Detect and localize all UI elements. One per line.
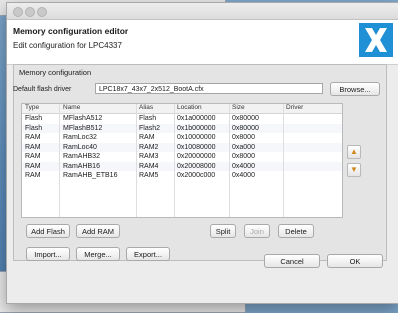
column-header-driver[interactable]: Driver bbox=[286, 104, 303, 111]
minimize-window-button[interactable] bbox=[25, 7, 35, 17]
column-divider bbox=[229, 104, 230, 217]
cell-type: Flash bbox=[25, 124, 43, 132]
cell-name: RamAHB16 bbox=[63, 162, 100, 170]
export-button[interactable]: Export... bbox=[126, 247, 170, 261]
cell-type: RAM bbox=[25, 153, 41, 160]
dialog-subtitle: Edit configuration for LPC4337 bbox=[13, 41, 122, 50]
cell-name: MFlashB512 bbox=[63, 124, 103, 132]
zoom-window-button[interactable] bbox=[37, 7, 47, 17]
browse-button[interactable]: Browse... bbox=[330, 82, 380, 96]
memory-config-dialog: Memory configuration editor Edit configu… bbox=[6, 2, 398, 304]
move-up-icon[interactable]: ▲ bbox=[347, 145, 361, 159]
import-button[interactable]: Import... bbox=[26, 247, 70, 261]
flash-driver-field[interactable]: LPC18x7_43x7_2x512_BootA.cfx bbox=[95, 83, 323, 94]
column-header-location[interactable]: Location bbox=[177, 104, 202, 111]
cell-alias: RAM5 bbox=[139, 172, 159, 179]
split-button[interactable]: Split bbox=[210, 224, 236, 238]
column-divider bbox=[174, 104, 175, 217]
cell-alias: RAM4 bbox=[139, 162, 159, 170]
cell-type: Flash bbox=[25, 115, 43, 122]
add-ram-button[interactable]: Add RAM bbox=[76, 224, 120, 238]
cell-size: 0x8000 bbox=[232, 134, 255, 141]
cell-size: 0xa000 bbox=[232, 143, 255, 151]
cell-alias: Flash2 bbox=[139, 124, 161, 132]
column-header-name[interactable]: Name bbox=[63, 104, 80, 111]
cell-name: RamAHB_ETB16 bbox=[63, 172, 118, 179]
cancel-button[interactable]: Cancel bbox=[264, 254, 320, 268]
dialog-title: Memory configuration editor bbox=[13, 26, 129, 36]
cell-location: 0x2000c000 bbox=[177, 172, 216, 179]
table-row[interactable]: RAM RamLoc32 RAM 0x10000000 0x8000 bbox=[22, 133, 342, 143]
table-body: Flash MFlashA512 Flash 0x1a000000 0x80000 Fla… bbox=[22, 114, 342, 181]
panel-title: Memory configuration bbox=[19, 68, 92, 77]
app-logo-icon bbox=[359, 23, 393, 57]
table-row[interactable]: RAM RamAHB16 RAM4 0x20008000 0x4000 bbox=[22, 161, 342, 171]
cell-alias: Flash bbox=[139, 115, 157, 122]
cell-location: 0x20008000 bbox=[177, 162, 216, 170]
merge-button[interactable]: Merge... bbox=[76, 247, 120, 261]
cell-type: RAM bbox=[25, 172, 41, 179]
cell-location: 0x1b000000 bbox=[177, 124, 216, 132]
table-row[interactable]: Flash MFlashA512 Flash 0x1a000000 0x80000 bbox=[22, 114, 342, 124]
cell-size: 0x4000 bbox=[232, 162, 255, 170]
delete-button[interactable]: Delete bbox=[278, 224, 314, 238]
join-button[interactable]: Join bbox=[244, 224, 270, 238]
cell-size: 0x80000 bbox=[232, 124, 259, 132]
ok-button[interactable]: OK bbox=[327, 254, 383, 268]
column-divider bbox=[59, 104, 60, 217]
flash-driver-label: Default flash driver bbox=[13, 86, 72, 93]
cell-size: 0x80000 bbox=[232, 115, 259, 122]
column-divider bbox=[136, 104, 137, 217]
cell-name: MFlashA512 bbox=[63, 115, 103, 122]
cell-type: RAM bbox=[25, 143, 41, 151]
table-header: Type Name Alias Location Size Driver bbox=[22, 104, 342, 114]
title-bar bbox=[7, 3, 398, 20]
dialog-header: Memory configuration editor Edit configu… bbox=[7, 20, 398, 65]
table-row[interactable]: RAM RamLoc40 RAM2 0x10080000 0xa000 bbox=[22, 142, 342, 152]
cell-size: 0x8000 bbox=[232, 153, 255, 160]
add-flash-button[interactable]: Add Flash bbox=[26, 224, 70, 238]
cell-alias: RAM2 bbox=[139, 143, 159, 151]
cell-name: RamAHB32 bbox=[63, 153, 100, 160]
cell-location: 0x20000000 bbox=[177, 153, 216, 160]
cell-type: RAM bbox=[25, 162, 41, 170]
cell-alias: RAM3 bbox=[139, 153, 159, 160]
cell-name: RamLoc32 bbox=[63, 134, 97, 141]
table-row[interactable]: Flash MFlashB512 Flash2 0x1b000000 0x80000 bbox=[22, 123, 342, 133]
column-header-size[interactable]: Size bbox=[232, 104, 245, 111]
column-header-alias[interactable]: Alias bbox=[139, 104, 153, 111]
memory-table[interactable]: Type Name Alias Location Size Driver Fla… bbox=[21, 103, 343, 218]
cell-location: 0x10080000 bbox=[177, 143, 216, 151]
move-down-icon[interactable]: ▼ bbox=[347, 163, 361, 177]
table-row[interactable]: RAM RamAHB32 RAM3 0x20000000 0x8000 bbox=[22, 152, 342, 162]
cell-location: 0x10000000 bbox=[177, 134, 216, 141]
column-divider bbox=[283, 104, 284, 217]
cell-type: RAM bbox=[25, 134, 41, 141]
close-window-button[interactable] bbox=[13, 7, 23, 17]
column-header-type[interactable]: Type bbox=[25, 104, 39, 111]
cell-alias: RAM bbox=[139, 134, 155, 141]
x-logo-icon bbox=[365, 28, 387, 52]
table-row[interactable]: RAM RamAHB_ETB16 RAM5 0x2000c000 0x4000 bbox=[22, 171, 342, 181]
cell-location: 0x1a000000 bbox=[177, 115, 216, 122]
cell-size: 0x4000 bbox=[232, 172, 255, 179]
cell-name: RamLoc40 bbox=[63, 143, 97, 151]
